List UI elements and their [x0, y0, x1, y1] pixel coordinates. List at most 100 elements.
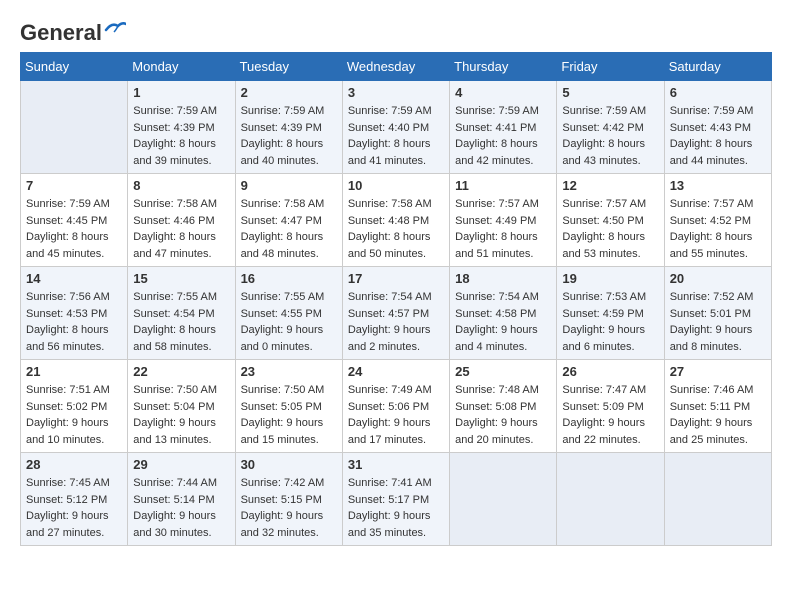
calendar-cell: 5 Sunrise: 7:59 AMSunset: 4:42 PMDaylight…	[557, 81, 664, 174]
day-info: Sunrise: 7:54 AMSunset: 4:57 PMDaylight:…	[348, 289, 444, 355]
day-info: Sunrise: 7:59 AMSunset: 4:40 PMDaylight:…	[348, 103, 444, 169]
day-number: 19	[562, 271, 658, 286]
day-number: 20	[670, 271, 766, 286]
day-number: 18	[455, 271, 551, 286]
calendar-cell: 22Sunrise: 7:50 AMSunset: 5:04 PMDayligh…	[128, 360, 235, 453]
day-number: 12	[562, 178, 658, 193]
day-info: Sunrise: 7:59 AMSunset: 4:43 PMDaylight:…	[670, 103, 766, 169]
calendar-cell: 31 Sunrise: 7:41 AMSunset: 5:17 PMDayligh…	[342, 453, 449, 546]
day-info: Sunrise: 7:57 AMSunset: 4:52 PMDaylight:…	[670, 196, 766, 262]
calendar-cell: 28 Sunrise: 7:45 AMSunset: 5:12 PMDayligh…	[21, 453, 128, 546]
calendar-cell: 7 Sunrise: 7:59 AMSunset: 4:45 PMDaylight…	[21, 174, 128, 267]
page-header: General	[20, 20, 772, 42]
day-info: Sunrise: 7:57 AMSunset: 4:49 PMDaylight:…	[455, 196, 551, 262]
day-info: Sunrise: 7:49 AMSunset: 5:06 PMDaylight:…	[348, 382, 444, 448]
calendar-cell: 11Sunrise: 7:57 AMSunset: 4:49 PMDayligh…	[450, 174, 557, 267]
day-info: Sunrise: 7:59 AMSunset: 4:39 PMDaylight:…	[241, 103, 337, 169]
day-number: 5	[562, 85, 658, 100]
day-number: 6	[670, 85, 766, 100]
calendar-cell: 19Sunrise: 7:53 AMSunset: 4:59 PMDayligh…	[557, 267, 664, 360]
calendar-cell: 16Sunrise: 7:55 AMSunset: 4:55 PMDayligh…	[235, 267, 342, 360]
day-info: Sunrise: 7:57 AMSunset: 4:50 PMDaylight:…	[562, 196, 658, 262]
day-number: 10	[348, 178, 444, 193]
day-info: Sunrise: 7:55 AMSunset: 4:54 PMDaylight:…	[133, 289, 229, 355]
day-number: 3	[348, 85, 444, 100]
calendar-cell: 14Sunrise: 7:56 AMSunset: 4:53 PMDayligh…	[21, 267, 128, 360]
day-number: 2	[241, 85, 337, 100]
day-number: 27	[670, 364, 766, 379]
day-number: 29	[133, 457, 229, 472]
day-number: 4	[455, 85, 551, 100]
day-info: Sunrise: 7:54 AMSunset: 4:58 PMDaylight:…	[455, 289, 551, 355]
day-number: 9	[241, 178, 337, 193]
calendar-cell: 24 Sunrise: 7:49 AMSunset: 5:06 PMDayligh…	[342, 360, 449, 453]
calendar-cell: 4 Sunrise: 7:59 AMSunset: 4:41 PMDaylight…	[450, 81, 557, 174]
calendar-cell: 18 Sunrise: 7:54 AMSunset: 4:58 PMDayligh…	[450, 267, 557, 360]
calendar-cell	[557, 453, 664, 546]
calendar-cell: 20 Sunrise: 7:52 AMSunset: 5:01 PMDayligh…	[664, 267, 771, 360]
calendar-cell: 21Sunrise: 7:51 AMSunset: 5:02 PMDayligh…	[21, 360, 128, 453]
logo-bird-icon	[104, 20, 126, 38]
day-number: 17	[348, 271, 444, 286]
day-number: 31	[348, 457, 444, 472]
calendar-cell: 26 Sunrise: 7:47 AMSunset: 5:09 PMDayligh…	[557, 360, 664, 453]
calendar-cell: 6 Sunrise: 7:59 AMSunset: 4:43 PMDaylight…	[664, 81, 771, 174]
day-info: Sunrise: 7:50 AMSunset: 5:04 PMDaylight:…	[133, 382, 229, 448]
calendar-cell: 27Sunrise: 7:46 AMSunset: 5:11 PMDayligh…	[664, 360, 771, 453]
calendar-cell: 12 Sunrise: 7:57 AMSunset: 4:50 PMDayligh…	[557, 174, 664, 267]
calendar-cell	[21, 81, 128, 174]
calendar-week-row: 28 Sunrise: 7:45 AMSunset: 5:12 PMDayligh…	[21, 453, 772, 546]
calendar-cell	[450, 453, 557, 546]
weekday-header-friday: Friday	[557, 53, 664, 81]
calendar-cell: 13Sunrise: 7:57 AMSunset: 4:52 PMDayligh…	[664, 174, 771, 267]
weekday-header-monday: Monday	[128, 53, 235, 81]
day-info: Sunrise: 7:59 AMSunset: 4:39 PMDaylight:…	[133, 103, 229, 169]
day-number: 21	[26, 364, 122, 379]
day-info: Sunrise: 7:59 AMSunset: 4:41 PMDaylight:…	[455, 103, 551, 169]
calendar-cell: 10 Sunrise: 7:58 AMSunset: 4:48 PMDayligh…	[342, 174, 449, 267]
day-number: 24	[348, 364, 444, 379]
weekday-header-thursday: Thursday	[450, 53, 557, 81]
day-info: Sunrise: 7:42 AMSunset: 5:15 PMDaylight:…	[241, 475, 337, 541]
day-info: Sunrise: 7:44 AMSunset: 5:14 PMDaylight:…	[133, 475, 229, 541]
day-info: Sunrise: 7:45 AMSunset: 5:12 PMDaylight:…	[26, 475, 122, 541]
day-number: 25	[455, 364, 551, 379]
calendar-week-row: 14Sunrise: 7:56 AMSunset: 4:53 PMDayligh…	[21, 267, 772, 360]
calendar-cell: 30 Sunrise: 7:42 AMSunset: 5:15 PMDayligh…	[235, 453, 342, 546]
calendar-cell: 25Sunrise: 7:48 AMSunset: 5:08 PMDayligh…	[450, 360, 557, 453]
calendar-cell: 3 Sunrise: 7:59 AMSunset: 4:40 PMDaylight…	[342, 81, 449, 174]
calendar-cell: 8Sunrise: 7:58 AMSunset: 4:46 PMDaylight…	[128, 174, 235, 267]
day-info: Sunrise: 7:50 AMSunset: 5:05 PMDaylight:…	[241, 382, 337, 448]
weekday-header-sunday: Sunday	[21, 53, 128, 81]
calendar-cell: 15 Sunrise: 7:55 AMSunset: 4:54 PMDayligh…	[128, 267, 235, 360]
weekday-header-row: SundayMondayTuesdayWednesdayThursdayFrid…	[21, 53, 772, 81]
day-number: 1	[133, 85, 229, 100]
day-info: Sunrise: 7:58 AMSunset: 4:46 PMDaylight:…	[133, 196, 229, 262]
day-number: 15	[133, 271, 229, 286]
day-info: Sunrise: 7:59 AMSunset: 4:42 PMDaylight:…	[562, 103, 658, 169]
weekday-header-saturday: Saturday	[664, 53, 771, 81]
day-info: Sunrise: 7:59 AMSunset: 4:45 PMDaylight:…	[26, 196, 122, 262]
day-info: Sunrise: 7:58 AMSunset: 4:48 PMDaylight:…	[348, 196, 444, 262]
calendar-cell: 17 Sunrise: 7:54 AMSunset: 4:57 PMDayligh…	[342, 267, 449, 360]
calendar-week-row: 7 Sunrise: 7:59 AMSunset: 4:45 PMDaylight…	[21, 174, 772, 267]
day-info: Sunrise: 7:52 AMSunset: 5:01 PMDaylight:…	[670, 289, 766, 355]
weekday-header-tuesday: Tuesday	[235, 53, 342, 81]
calendar-cell: 9 Sunrise: 7:58 AMSunset: 4:47 PMDaylight…	[235, 174, 342, 267]
calendar-table: SundayMondayTuesdayWednesdayThursdayFrid…	[20, 52, 772, 546]
calendar-cell: 23 Sunrise: 7:50 AMSunset: 5:05 PMDayligh…	[235, 360, 342, 453]
day-info: Sunrise: 7:55 AMSunset: 4:55 PMDaylight:…	[241, 289, 337, 355]
calendar-cell: 1 Sunrise: 7:59 AMSunset: 4:39 PMDaylight…	[128, 81, 235, 174]
day-info: Sunrise: 7:58 AMSunset: 4:47 PMDaylight:…	[241, 196, 337, 262]
day-number: 30	[241, 457, 337, 472]
calendar-cell: 29 Sunrise: 7:44 AMSunset: 5:14 PMDayligh…	[128, 453, 235, 546]
day-number: 7	[26, 178, 122, 193]
logo-general: General	[20, 20, 102, 46]
day-info: Sunrise: 7:41 AMSunset: 5:17 PMDaylight:…	[348, 475, 444, 541]
day-number: 28	[26, 457, 122, 472]
day-number: 23	[241, 364, 337, 379]
day-info: Sunrise: 7:47 AMSunset: 5:09 PMDaylight:…	[562, 382, 658, 448]
weekday-header-wednesday: Wednesday	[342, 53, 449, 81]
day-number: 26	[562, 364, 658, 379]
calendar-cell: 2 Sunrise: 7:59 AMSunset: 4:39 PMDaylight…	[235, 81, 342, 174]
